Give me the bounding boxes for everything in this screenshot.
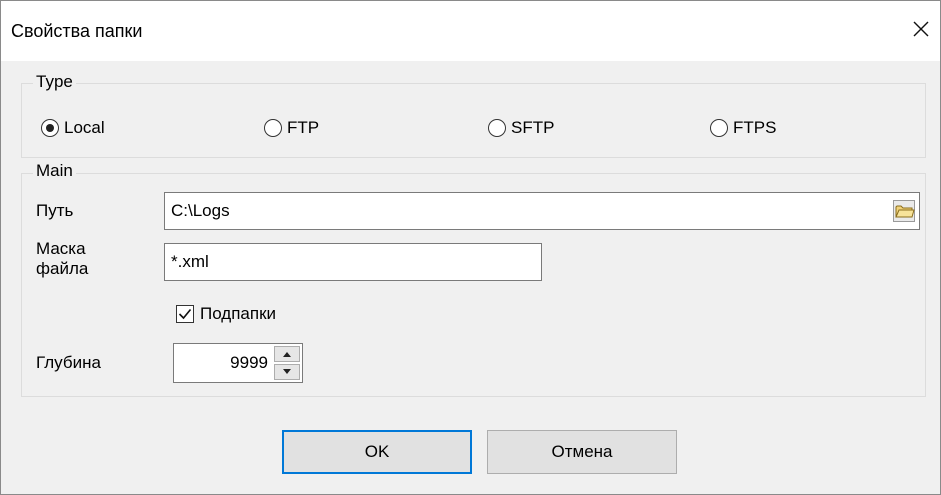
radio-sftp-label: SFTP — [511, 118, 555, 137]
title-bar: Свойства папки — [1, 1, 940, 61]
spin-buttons — [274, 346, 300, 380]
radio-ftps-indicator — [710, 119, 728, 137]
radio-ftps[interactable]: FTPS — [710, 115, 776, 141]
radio-sftp[interactable]: SFTP — [488, 115, 554, 141]
file-mask-value: *.xml — [171, 252, 209, 271]
ok-button[interactable]: OK — [282, 430, 472, 474]
radio-local[interactable]: Local — [41, 115, 105, 141]
path-value: C:\Logs — [171, 201, 230, 220]
depth-spinner[interactable]: 9999 — [173, 343, 303, 383]
folder-properties-dialog: Свойства папки Type Local FTP SFTP FTPS … — [0, 0, 941, 495]
type-group — [21, 83, 926, 158]
spin-down-icon[interactable] — [274, 364, 300, 380]
mask-label-line2: файла — [36, 259, 89, 278]
subfolders-checkbox[interactable]: Подпапки — [176, 304, 276, 324]
radio-ftp-indicator — [264, 119, 282, 137]
folder-browse-icon[interactable] — [893, 200, 915, 222]
checkmark-icon — [176, 305, 194, 323]
spin-up-icon[interactable] — [274, 346, 300, 362]
cancel-button[interactable]: Отмена — [487, 430, 677, 474]
path-input[interactable]: C:\Logs — [164, 192, 920, 230]
mask-label: Маска файла — [36, 239, 88, 279]
depth-label: Глубина — [36, 353, 101, 372]
path-label: Путь — [36, 201, 74, 220]
main-group-legend: Main — [33, 161, 76, 181]
depth-value: 9999 — [230, 353, 268, 372]
radio-sftp-indicator — [488, 119, 506, 137]
radio-ftps-label: FTPS — [733, 118, 777, 137]
file-mask-input[interactable]: *.xml — [164, 243, 542, 281]
dialog-title: Свойства папки — [11, 21, 143, 41]
type-group-legend: Type — [33, 72, 76, 92]
close-icon[interactable] — [908, 16, 934, 42]
radio-ftp[interactable]: FTP — [264, 115, 319, 141]
radio-local-indicator — [41, 119, 59, 137]
radio-ftp-label: FTP — [287, 118, 320, 137]
radio-local-label: Local — [64, 118, 105, 137]
subfolders-label: Подпапки — [200, 304, 277, 323]
mask-label-line1: Маска — [36, 239, 86, 258]
